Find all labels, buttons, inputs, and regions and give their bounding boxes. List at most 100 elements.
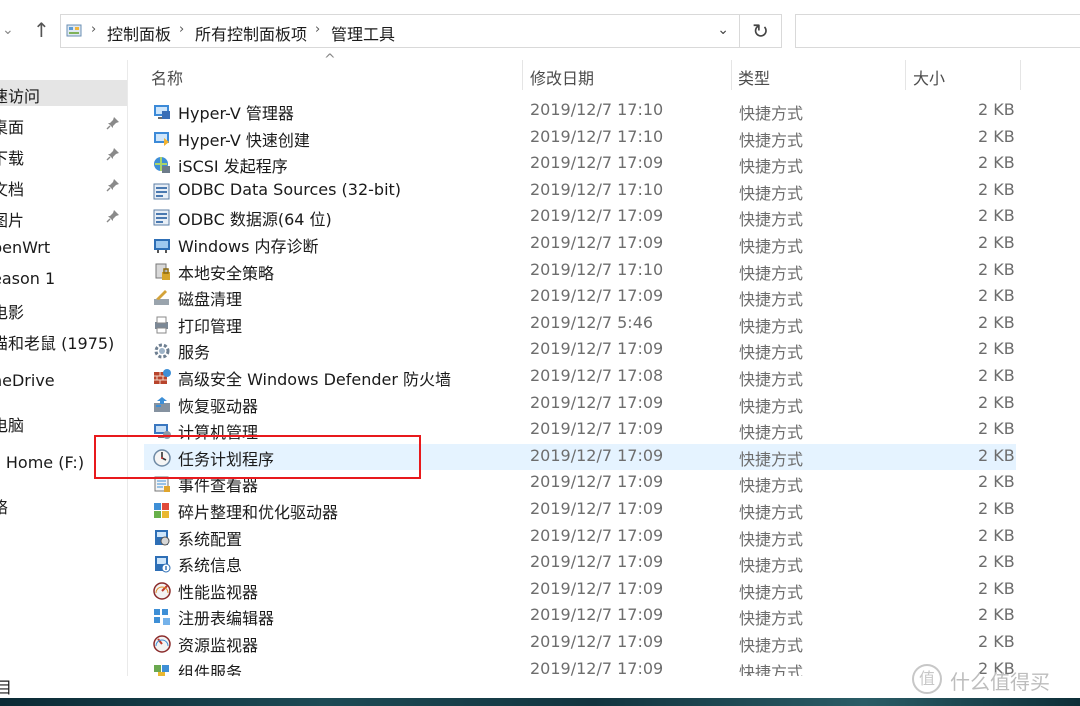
sidebar-item[interactable]: 速访问 <box>0 80 127 106</box>
up-arrow-icon[interactable]: ↑ <box>33 18 50 42</box>
pin-icon[interactable] <box>106 147 120 161</box>
file-date: 2019/12/7 17:09 <box>530 446 664 465</box>
sidebar-item-label: 络 <box>0 494 8 518</box>
sidebar-item[interactable]: 络 <box>0 491 127 517</box>
file-size: 2 KB <box>978 419 1015 438</box>
sidebar-item[interactable]: 桌面 <box>0 111 127 137</box>
sidebar-item[interactable]: 图片 <box>0 204 127 230</box>
file-date: 2019/12/7 17:09 <box>530 393 664 412</box>
task-scheduler-clock-icon <box>153 449 171 467</box>
file-row[interactable]: 磁盘清理 2019/12/7 17:09 快捷方式 2 KB <box>144 284 1016 310</box>
file-row[interactable]: 性能监视器 2019/12/7 17:09 快捷方式 2 KB <box>144 577 1016 603</box>
file-row[interactable]: 打印管理 2019/12/7 5:46 快捷方式 2 KB <box>144 311 1016 337</box>
file-row[interactable]: 注册表编辑器 2019/12/7 17:09 快捷方式 2 KB <box>144 603 1016 629</box>
file-type: 快捷方式 <box>739 530 804 549</box>
sidebar-item-label: 文档 <box>0 180 25 199</box>
system-info-icon <box>155 556 171 573</box>
sidebar-item[interactable]: neDrive <box>0 368 127 394</box>
desktop-background-strip <box>0 698 1080 706</box>
sidebar-item[interactable]: 电影 <box>0 296 127 322</box>
column-divider[interactable] <box>731 60 732 90</box>
component-services-icon <box>154 665 169 676</box>
file-size: 2 KB <box>978 472 1015 491</box>
file-row[interactable]: Hyper-V 快速创建 2019/12/7 17:10 快捷方式 2 KB <box>144 125 1016 151</box>
file-name: 性能监视器 <box>178 583 259 602</box>
defrag-icon <box>154 503 169 518</box>
file-row[interactable]: Windows 内存诊断 2019/12/7 17:09 快捷方式 2 KB <box>144 231 1016 257</box>
file-date: 2019/12/7 17:09 <box>530 472 664 491</box>
pin-icon[interactable] <box>106 178 120 192</box>
file-name: 打印管理 <box>178 317 243 336</box>
column-header-date[interactable]: 修改日期 <box>530 65 594 89</box>
file-date: 2019/12/7 17:09 <box>530 659 664 676</box>
file-type: 快捷方式 <box>739 583 804 602</box>
file-row[interactable]: 恢复驱动器 2019/12/7 17:09 快捷方式 2 KB <box>144 391 1016 417</box>
refresh-button[interactable]: ↻ <box>740 14 782 48</box>
file-name: 碎片整理和优化驱动器 <box>178 503 339 522</box>
search-input[interactable] <box>795 14 1080 48</box>
file-row[interactable]: 任务计划程序 2019/12/7 17:09 快捷方式 2 KB <box>144 444 1016 470</box>
file-type: 快捷方式 <box>739 556 804 575</box>
recovery-drive-icon <box>154 397 170 412</box>
file-type: 快捷方式 <box>739 423 804 442</box>
file-name: 恢复驱动器 <box>178 397 259 416</box>
address-row: ⌄ ↑ › 控制面板 › 所有控制面板项 › 管理工具 ⌄ ↻ <box>0 0 1080 60</box>
recent-locations-chevron-icon[interactable]: ⌄ <box>2 22 14 38</box>
file-row[interactable]: 系统信息 2019/12/7 17:09 快捷方式 2 KB <box>144 550 1016 576</box>
file-row[interactable]: 本地安全策略 2019/12/7 17:10 快捷方式 2 KB <box>144 258 1016 284</box>
file-date: 2019/12/7 17:09 <box>530 153 664 172</box>
column-header-type[interactable]: 类型 <box>738 65 770 89</box>
column-divider[interactable] <box>1020 60 1021 90</box>
file-name: Hyper-V 快速创建 <box>178 131 310 150</box>
file-date: 2019/12/7 17:09 <box>530 206 664 225</box>
sidebar-item[interactable]: penWrt <box>0 235 127 261</box>
file-row[interactable]: 系统配置 2019/12/7 17:09 快捷方式 2 KB <box>144 524 1016 550</box>
file-row[interactable]: iSCSI 发起程序 2019/12/7 17:09 快捷方式 2 KB <box>144 151 1016 177</box>
breadcrumb-admin-tools[interactable]: 管理工具 <box>331 21 395 45</box>
breadcrumb-control-panel[interactable]: 控制面板 <box>107 21 171 45</box>
breadcrumb-all-items[interactable]: 所有控制面板项 <box>195 21 307 45</box>
file-size: 2 KB <box>978 526 1015 545</box>
file-row[interactable]: ODBC 数据源(64 位) 2019/12/7 17:09 快捷方式 2 KB <box>144 204 1016 230</box>
memory-diagnostic-icon <box>154 239 170 253</box>
sidebar-item[interactable]: eason 1 <box>0 266 127 292</box>
sidebar-item[interactable]: 文档 <box>0 173 127 199</box>
sidebar-item[interactable]: 猫和老鼠 (1975) <box>0 327 127 353</box>
file-row[interactable]: Hyper-V 管理器 2019/12/7 17:10 快捷方式 2 KB <box>144 98 1016 124</box>
file-date: 2019/12/7 17:08 <box>530 366 664 385</box>
file-date: 2019/12/7 17:09 <box>530 499 664 518</box>
file-row[interactable]: 服务 2019/12/7 17:09 快捷方式 2 KB <box>144 337 1016 363</box>
file-name: 任务计划程序 <box>178 450 275 469</box>
breadcrumb-separator-icon: › <box>91 22 97 37</box>
file-row[interactable]: 资源监视器 2019/12/7 17:09 快捷方式 2 KB <box>144 630 1016 656</box>
column-header-size[interactable]: 大小 <box>913 65 945 89</box>
file-name: ODBC 数据源(64 位) <box>178 210 332 229</box>
file-date: 2019/12/7 5:46 <box>530 313 654 332</box>
sidebar-item[interactable]: 下载 <box>0 142 127 168</box>
column-divider[interactable] <box>905 60 906 90</box>
sort-ascending-icon: ^ <box>324 52 336 68</box>
address-bar[interactable]: › 控制面板 › 所有控制面板项 › 管理工具 ⌄ <box>60 14 740 48</box>
odbc-icon <box>153 183 170 200</box>
pin-icon[interactable] <box>106 209 120 223</box>
file-size: 2 KB <box>978 100 1015 119</box>
file-row[interactable]: 高级安全 Windows Defender 防火墙 2019/12/7 17:08… <box>144 364 1016 390</box>
column-header-name[interactable]: 名称 <box>151 65 183 89</box>
file-name: 系统信息 <box>178 556 243 575</box>
sidebar-item[interactable]: 电脑 <box>0 409 127 435</box>
file-date: 2019/12/7 17:09 <box>530 339 664 358</box>
sidebar-item-label: 电影 <box>0 303 25 322</box>
file-date: 2019/12/7 17:09 <box>530 605 664 624</box>
file-row[interactable]: 碎片整理和优化驱动器 2019/12/7 17:09 快捷方式 2 KB <box>144 497 1016 523</box>
column-divider[interactable] <box>522 60 523 90</box>
file-row[interactable]: 计算机管理 2019/12/7 17:09 快捷方式 2 KB <box>144 417 1016 443</box>
pin-icon[interactable] <box>106 116 120 130</box>
sidebar-item[interactable]: c Home (F:) <box>0 450 127 476</box>
file-row[interactable]: 组件服务 2019/12/7 17:09 快捷方式 2 KB <box>144 657 1016 676</box>
file-size: 2 KB <box>978 605 1015 624</box>
odbc-icon <box>153 209 170 226</box>
file-row[interactable]: 事件查看器 2019/12/7 17:09 快捷方式 2 KB <box>144 470 1016 496</box>
address-dropdown-icon[interactable]: ⌄ <box>717 22 729 38</box>
file-row[interactable]: ODBC Data Sources (32-bit) 2019/12/7 17:1… <box>144 178 1016 204</box>
file-size: 2 KB <box>978 632 1015 651</box>
